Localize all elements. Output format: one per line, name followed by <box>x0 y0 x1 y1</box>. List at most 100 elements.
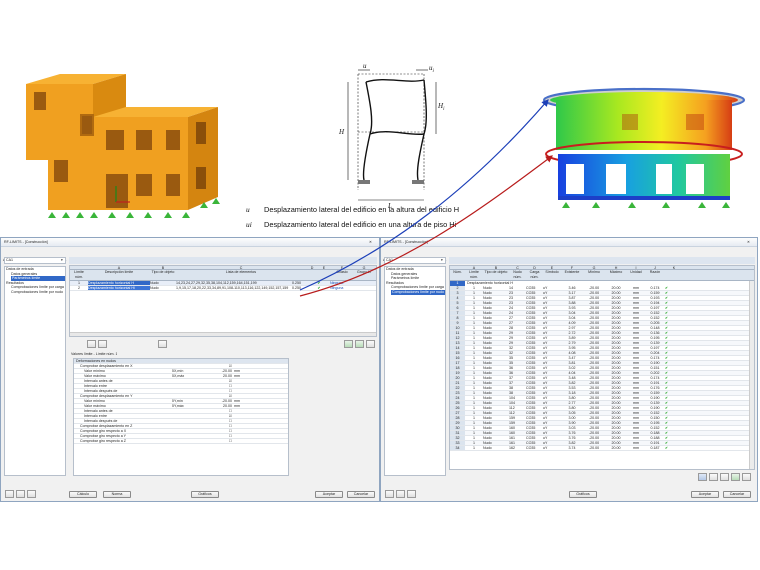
property-symbol <box>172 359 202 363</box>
table-cell: CO35 <box>526 371 536 375</box>
table-cell: CO35 <box>526 446 536 450</box>
table-cell: 3.05 <box>568 411 576 415</box>
table-cell: 29 <box>509 331 513 335</box>
table-row[interactable]: 34 1 Nudo 162 CO35 uY 3.74 -20.00 20.00 mm 0.187 ✔ <box>450 446 754 451</box>
frame-deformation-diagram: u ui H Hi L <box>338 62 445 210</box>
property-value[interactable]: -20.00 <box>202 399 232 403</box>
property-value[interactable]: 20.00 <box>202 374 232 378</box>
table-cell: 0.194 <box>650 301 660 305</box>
table-cell: mm <box>633 396 639 400</box>
table-cell: CO35 <box>526 356 536 360</box>
left-close-icon[interactable]: ✕ <box>369 240 372 245</box>
table-cell: CO35 <box>526 361 536 365</box>
property-value[interactable]: ☐ <box>202 439 232 443</box>
column-letter: A <box>472 266 476 269</box>
left-case-selector[interactable]: CA1 ▾ <box>4 257 66 264</box>
table-cell: 3.76 <box>568 431 576 435</box>
property-value[interactable]: ☑ <box>202 364 232 368</box>
graphics-button-r[interactable]: Gráficos <box>569 491 597 498</box>
property-label: Intervalo antes de <box>84 379 113 383</box>
right-table-scrollbar[interactable] <box>749 281 754 469</box>
table-cell: 32 <box>450 436 465 440</box>
table-cell: CO35 <box>526 426 536 430</box>
export-button[interactable] <box>344 340 353 348</box>
cancel-button[interactable]: Cancelar <box>347 491 375 498</box>
table-cell: 0.195 <box>650 421 660 425</box>
property-unit <box>232 414 252 418</box>
color-icon[interactable] <box>720 473 729 481</box>
table-cell: 28 <box>509 326 513 330</box>
table-cell: 3.53 <box>568 386 576 390</box>
view-button[interactable] <box>366 340 375 348</box>
table-cell: CO35 <box>526 291 536 295</box>
table-cell: 21 <box>450 381 465 385</box>
import-button[interactable] <box>355 340 364 348</box>
check-icon: ✔ <box>665 436 669 440</box>
property-value[interactable]: ☐ <box>202 384 232 388</box>
property-value[interactable]: ☑ <box>202 414 232 418</box>
accept-button-r[interactable]: Aceptar <box>691 491 719 498</box>
delete-row-button[interactable] <box>98 340 107 348</box>
table-cell: -20.00 <box>588 366 600 370</box>
sort-icon[interactable] <box>709 473 718 481</box>
table-cell: 8 <box>450 316 465 320</box>
property-value[interactable]: ☐ <box>202 424 232 428</box>
units-icon[interactable] <box>27 490 36 498</box>
right-close-icon[interactable]: ✕ <box>747 240 750 245</box>
table-cell: uY <box>543 436 548 440</box>
calc-button[interactable]: Cálculo <box>69 491 97 498</box>
table-cell: Nudo <box>483 361 492 365</box>
table-cell: CO35 <box>526 341 536 345</box>
table-row[interactable]: 2 Desplazamiento horizontal Hi Nudo 1,9,… <box>70 286 376 291</box>
right-case-selector[interactable]: CA1 ▾ <box>384 257 446 264</box>
property-value[interactable] <box>202 359 232 363</box>
table-cell: CO35 <box>526 411 536 415</box>
table-cell: 0.197 <box>650 346 660 350</box>
nav-comprob-nudo-r[interactable]: Comprobaciones límite por nudo <box>391 289 445 295</box>
property-value[interactable]: ☑ <box>202 379 232 383</box>
table-cell: Nudo <box>483 326 492 330</box>
table-cell: 0.152 <box>650 316 660 320</box>
property-value[interactable]: 20.00 <box>202 404 232 408</box>
table-cell: 1 <box>473 366 475 370</box>
table-cell: CO35 <box>526 336 536 340</box>
table-cell: 9 <box>450 321 465 325</box>
table-cell: 3 <box>450 291 465 295</box>
print-icon-r[interactable] <box>396 490 405 498</box>
property-value[interactable]: ☐ <box>202 409 232 413</box>
property-value[interactable]: ☐ <box>202 419 232 423</box>
view-icon[interactable] <box>742 473 751 481</box>
print-icon[interactable] <box>16 490 25 498</box>
help-icon[interactable] <box>5 490 14 498</box>
table-cell: uY <box>543 371 548 375</box>
table-cell: 162 <box>509 446 515 450</box>
table-cell: Nudo <box>483 426 492 430</box>
left-table-scrollbar[interactable] <box>70 332 376 336</box>
property-value[interactable]: ☐ <box>202 434 232 438</box>
select-nodes-button[interactable] <box>158 340 167 348</box>
filter-icon[interactable] <box>698 473 707 481</box>
property-value[interactable]: -20.00 <box>202 369 232 373</box>
property-row[interactable]: Comprobar giro respecto a Z ☐ <box>74 439 288 444</box>
nav-comprob-nudo[interactable]: Comprobaciones límite por nudo <box>5 290 65 295</box>
table-cell: 20.00 <box>611 411 621 415</box>
help-icon-r[interactable] <box>385 490 394 498</box>
property-symbol <box>172 439 202 443</box>
property-label: Valor mínimo <box>84 369 105 373</box>
units-icon-r[interactable] <box>407 490 416 498</box>
property-value[interactable]: ☐ <box>202 389 232 393</box>
excel-icon[interactable] <box>731 473 740 481</box>
property-value[interactable]: ☐ <box>202 429 232 433</box>
cancel-button-r[interactable]: Cancelar <box>723 491 751 498</box>
accept-button[interactable]: Aceptar <box>315 491 343 498</box>
table-cell: mm <box>633 311 639 315</box>
table-cell: 159 <box>509 416 515 420</box>
property-value[interactable]: ☑ <box>202 394 232 398</box>
insert-row-button[interactable] <box>87 340 96 348</box>
norm-button[interactable]: Norma <box>103 491 131 498</box>
property-symbol: δY,máx <box>172 404 184 408</box>
table-cell: Nudo <box>483 441 492 445</box>
table-cell: 14 <box>450 346 465 350</box>
table-cell: mm <box>633 446 639 450</box>
graphics-button[interactable]: Gráficos <box>191 491 219 498</box>
